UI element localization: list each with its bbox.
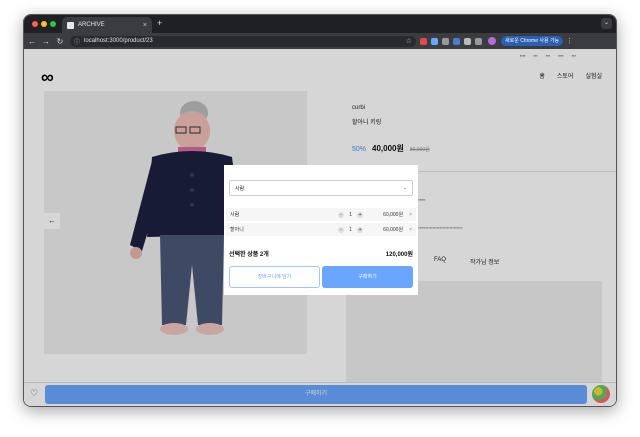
option-price: 60,000원 xyxy=(383,212,404,218)
extension-icon[interactable] xyxy=(453,37,460,45)
remove-option-icon[interactable]: × xyxy=(409,227,412,233)
address-bar[interactable]: ⓘ localhost:3000/product/23 ☆ xyxy=(70,35,416,47)
browser-tab[interactable]: ARCHIVE × xyxy=(62,17,152,33)
quantity-stepper: - 1 + xyxy=(338,211,364,218)
quantity-value: 1 xyxy=(349,226,352,233)
maximize-window-button[interactable] xyxy=(50,21,56,27)
selection-count: 선택한 상품 2개 xyxy=(229,252,269,258)
option-select-value: 사람 xyxy=(235,185,245,192)
browser-toolbar: ← → ↻ ⓘ localhost:3000/product/23 ☆ 새로운 … xyxy=(24,33,616,49)
extensions-puzzle-icon[interactable] xyxy=(464,37,471,45)
option-price: 60,000원 xyxy=(383,227,404,233)
extension-icon[interactable] xyxy=(442,37,449,45)
tab-close-icon[interactable]: × xyxy=(143,22,147,29)
decrease-button[interactable]: - xyxy=(338,211,345,218)
option-select[interactable]: 사람 ⌄ xyxy=(229,180,413,196)
chrome-menu-icon[interactable]: ⋮ xyxy=(566,37,573,45)
browser-window: ARCHIVE × + ⌄ ← → ↻ ⓘ localhost:3000/pro… xyxy=(23,14,617,407)
remove-option-icon[interactable]: × xyxy=(409,212,412,218)
minimize-window-button[interactable] xyxy=(41,21,47,27)
increase-button[interactable]: + xyxy=(357,211,364,218)
increase-button[interactable]: + xyxy=(357,226,364,233)
extension-icon[interactable] xyxy=(420,37,427,45)
selected-option-row: 할아니 - 1 + 60,000원 × xyxy=(226,223,416,236)
back-button[interactable]: ← xyxy=(26,37,38,46)
chevron-down-icon: ⌄ xyxy=(402,185,407,191)
forward-button[interactable]: → xyxy=(40,37,52,46)
profile-avatar[interactable] xyxy=(488,37,496,45)
tab-bar: ARCHIVE × + ⌄ xyxy=(24,15,616,33)
decrease-button[interactable]: - xyxy=(338,226,345,233)
selected-option-row: 사람 - 1 + 60,000원 × xyxy=(226,208,416,221)
option-name: 사람 xyxy=(230,212,240,218)
product-page: ▪▪▪▪ ▪▪▪ ▪▪▪ ▪▪▪▪ ▪▪▪ ∞ 홈 스토어 실험실 ← curb… xyxy=(24,49,616,406)
selection-summary: 선택한 상품 2개 120,000원 xyxy=(229,249,413,258)
extension-icon[interactable] xyxy=(431,37,438,45)
buy-button[interactable]: 구매하기 xyxy=(322,266,413,288)
favicon-icon xyxy=(67,21,74,29)
selection-total: 120,000원 xyxy=(385,252,413,258)
option-modal: 사람 ⌄ 사람 - 1 + 60,000원 × 할아니 - 1 + 60,000… xyxy=(224,165,418,295)
url-text[interactable]: localhost:3000/product/23 xyxy=(84,38,402,44)
add-to-cart-button[interactable]: 장바구니에 담기 xyxy=(229,266,320,288)
bookmark-star-icon[interactable]: ☆ xyxy=(406,37,412,45)
option-name: 할아니 xyxy=(230,227,244,233)
new-tab-button[interactable]: + xyxy=(157,18,162,28)
tab-search-button[interactable]: ⌄ xyxy=(601,18,612,29)
tab-title: ARCHIVE xyxy=(78,22,105,28)
quantity-value: 1 xyxy=(349,211,352,218)
site-info-icon[interactable]: ⓘ xyxy=(74,37,80,46)
close-window-button[interactable] xyxy=(32,21,38,27)
chrome-update-button[interactable]: 새로운 Chrome 사용 가능 xyxy=(501,36,564,46)
quantity-stepper: - 1 + xyxy=(338,226,364,233)
reload-button[interactable]: ↻ xyxy=(54,37,66,46)
reading-list-icon[interactable] xyxy=(475,37,482,45)
